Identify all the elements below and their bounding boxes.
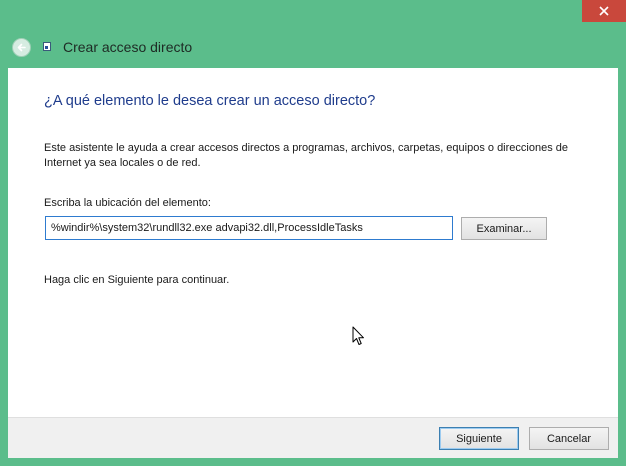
wizard-description: Este asistente le ayuda a crear accesos … (44, 142, 568, 169)
title-bar: Crear acceso directo (0, 22, 626, 68)
wizard-heading: ¿A qué elemento le desea crear un acceso… (44, 93, 376, 109)
back-button[interactable] (12, 38, 31, 57)
shortcut-icon (43, 42, 51, 51)
browse-button[interactable]: Examinar... (461, 217, 547, 240)
wizard-content: ¿A qué elemento le desea crear un acceso… (8, 68, 618, 417)
location-input[interactable] (45, 216, 453, 240)
window-title: Crear acceso directo (63, 39, 193, 55)
continue-hint: Haga clic en Siguiente para continuar. (44, 274, 230, 286)
close-icon (599, 6, 609, 16)
back-arrow-icon (17, 43, 26, 52)
wizard-footer: Siguiente Cancelar (8, 417, 618, 458)
location-label: Escriba la ubicación del elemento: (44, 197, 211, 209)
mouse-cursor-icon (352, 326, 365, 350)
cancel-button[interactable]: Cancelar (529, 427, 609, 450)
close-button[interactable] (582, 0, 626, 22)
wizard-window: Crear acceso directo ¿A qué elemento le … (0, 0, 626, 466)
next-button[interactable]: Siguiente (439, 427, 519, 450)
